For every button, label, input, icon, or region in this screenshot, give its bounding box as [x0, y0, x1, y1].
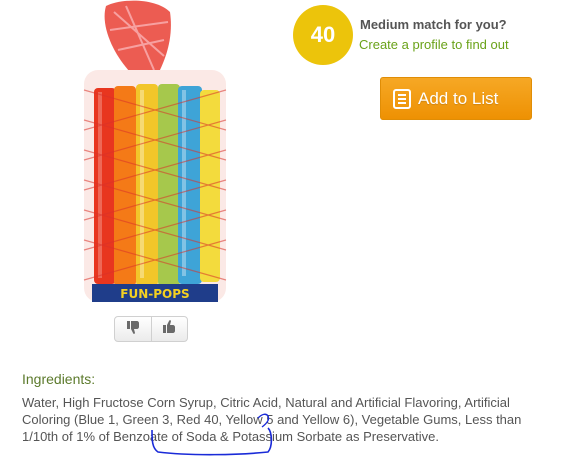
product-image: FUN-POPS	[83, 0, 227, 302]
create-profile-link[interactable]: Create a profile to find out	[359, 37, 509, 52]
match-title: Medium match for you?	[360, 17, 507, 32]
brand-label: FUN-POPS	[120, 287, 189, 301]
list-icon	[393, 88, 411, 109]
thumbs-down-button[interactable]	[115, 317, 152, 341]
thumbs-down-icon	[125, 319, 141, 340]
add-to-list-label: Add to List	[418, 88, 499, 108]
thumbs-up-button[interactable]	[152, 317, 188, 341]
rating-buttons	[114, 316, 188, 342]
thumbs-up-icon	[161, 319, 177, 340]
ingredients-heading: Ingredients:	[22, 371, 96, 387]
pop-bar	[178, 86, 202, 284]
match-score-badge: 40	[293, 5, 353, 65]
ingredients-text: Water, High Fructose Corn Syrup, Citric …	[22, 395, 522, 444]
add-to-list-button[interactable]: Add to List	[380, 77, 532, 120]
